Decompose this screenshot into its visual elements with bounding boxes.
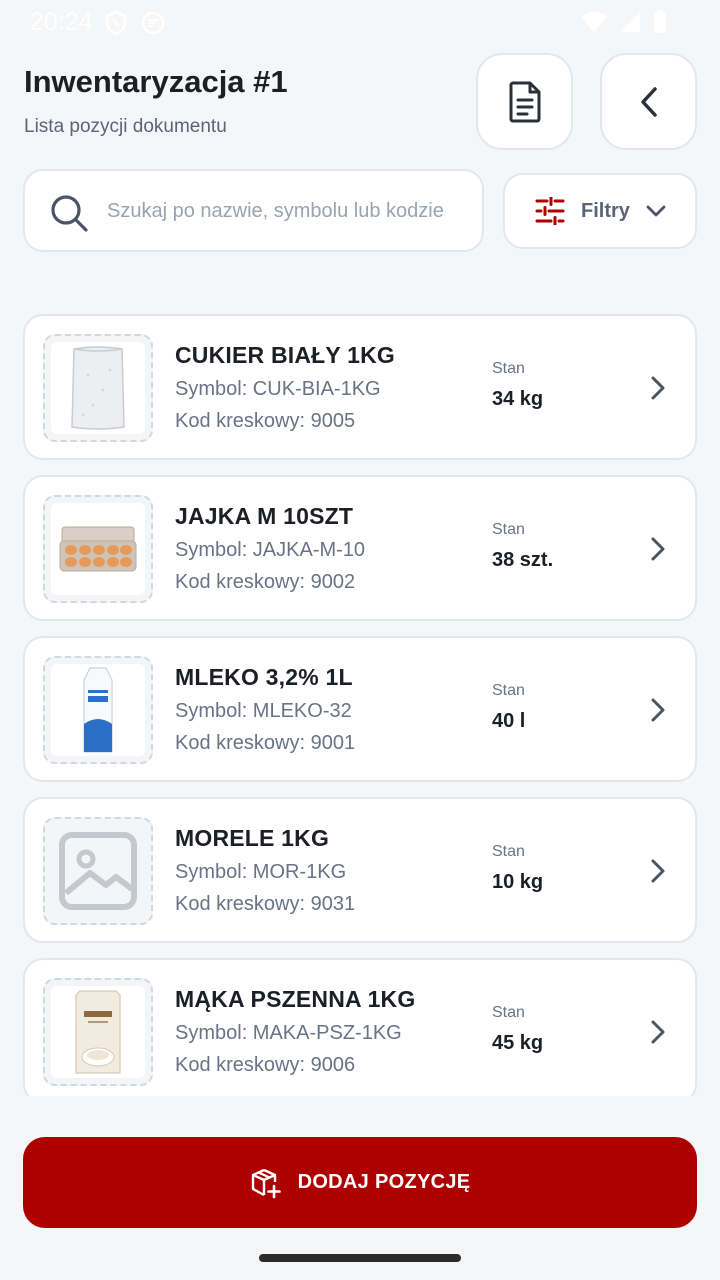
chevron-left-icon [640, 86, 657, 117]
image-placeholder-icon [59, 832, 137, 910]
page-title: Inwentaryzacja #1 [24, 64, 288, 99]
milk-carton-image [83, 667, 113, 753]
document-button[interactable] [476, 53, 573, 150]
product-name: MLEKO 3,2% 1L [175, 664, 353, 690]
stock-label: Stan [492, 1004, 525, 1021]
product-symbol: Symbol: MAKA-PSZ-1KG [175, 1022, 402, 1044]
stock-value: 40 l [492, 710, 526, 732]
list-item[interactable]: MĄKA PSZENNA 1KG Symbol: MAKA-PSZ-1KG Ko… [23, 958, 697, 1096]
wifi-icon [581, 11, 607, 32]
product-thumbnail [43, 495, 153, 603]
back-button[interactable] [600, 53, 697, 150]
battery-icon [654, 10, 666, 33]
product-thumbnail [43, 978, 153, 1086]
list-item[interactable]: MORELE 1KG Symbol: MOR-1KG Kod kreskowy:… [23, 797, 697, 943]
list-item[interactable]: CUKIER BIAŁY 1KG Symbol: CUK-BIA-1KG Kod… [23, 314, 697, 460]
product-symbol: Symbol: JAJKA-M-10 [175, 539, 366, 561]
status-icons-left [104, 10, 166, 36]
chevron-down-icon [646, 205, 666, 217]
status-bar: 20:24 [0, 0, 720, 44]
product-barcode: Kod kreskowy: 9002 [175, 571, 356, 593]
search-box[interactable] [23, 169, 484, 252]
product-thumbnail [43, 656, 153, 764]
search-input[interactable] [107, 193, 477, 229]
product-symbol: Symbol: MLEKO-32 [175, 700, 352, 722]
add-item-label: DODAJ POZYCJĘ [297, 1171, 471, 1193]
stock-label: Stan [492, 360, 525, 377]
status-time: 20:24 [30, 8, 93, 36]
stock-value: 38 szt. [492, 549, 554, 571]
signal-icon [620, 12, 640, 32]
stock-label: Stan [492, 521, 525, 538]
product-symbol: Symbol: CUK-BIA-1KG [175, 378, 381, 400]
stock-label: Stan [492, 843, 525, 860]
product-symbol: Symbol: MOR-1KG [175, 861, 347, 883]
status-icons-right [580, 10, 668, 34]
chevron-right-icon [651, 376, 665, 400]
sliders-icon [535, 197, 565, 225]
product-name: MĄKA PSZENNA 1KG [175, 986, 416, 1012]
list-item[interactable]: JAJKA M 10SZT Symbol: JAJKA-M-10 Kod kre… [23, 475, 697, 621]
home-indicator[interactable] [259, 1254, 461, 1262]
stock-value: 10 kg [492, 871, 544, 893]
chevron-right-icon [651, 1020, 665, 1044]
search-icon [51, 195, 88, 232]
product-thumbnail [43, 817, 153, 925]
chevron-right-icon [651, 698, 665, 722]
product-name: JAJKA M 10SZT [175, 503, 354, 529]
filter-label: Filtry [581, 199, 630, 222]
items-list[interactable]: CUKIER BIAŁY 1KG Symbol: CUK-BIA-1KG Kod… [23, 314, 697, 1096]
chevron-right-icon [651, 859, 665, 883]
product-name: CUKIER BIAŁY 1KG [175, 342, 396, 368]
shield-icon [105, 10, 127, 36]
flour-bag-image [75, 990, 121, 1074]
stock-label: Stan [492, 682, 525, 699]
product-barcode: Kod kreskowy: 9001 [175, 732, 356, 754]
add-package-icon [251, 1168, 281, 1198]
product-thumbnail [43, 334, 153, 442]
product-barcode: Kod kreskowy: 9031 [175, 893, 356, 915]
stock-value: 45 kg [492, 1032, 544, 1054]
list-item[interactable]: MLEKO 3,2% 1L Symbol: MLEKO-32 Kod kresk… [23, 636, 697, 782]
filter-button[interactable]: Filtry [503, 173, 697, 249]
chevron-right-icon [651, 537, 665, 561]
product-name: MORELE 1KG [175, 825, 330, 851]
egg-carton-image [59, 526, 137, 572]
document-icon [509, 81, 540, 122]
product-barcode: Kod kreskowy: 9005 [175, 410, 356, 432]
add-item-button[interactable]: DODAJ POZYCJĘ [23, 1137, 697, 1228]
page-subtitle: Lista pozycji dokumentu [24, 116, 227, 137]
vpn-icon [141, 11, 165, 35]
sugar-bag-image [71, 346, 125, 430]
stock-value: 34 kg [492, 388, 544, 410]
product-barcode: Kod kreskowy: 9006 [175, 1054, 356, 1076]
